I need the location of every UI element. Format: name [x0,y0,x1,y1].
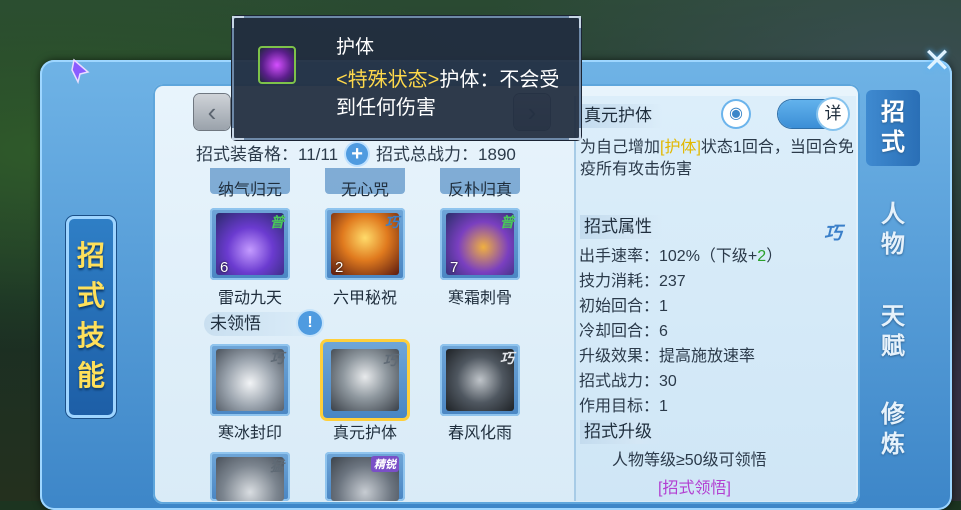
prev-page-button[interactable]: ‹ [194,94,230,130]
skill-tile-liujiamizhu[interactable]: 巧 2 [325,208,405,280]
info-icon[interactable]: ! [298,311,322,335]
equip-slots-label: 招式装备格： [196,145,298,164]
tab-label-char: 赋 [881,333,905,360]
tab-label-char: 天 [881,303,905,330]
skill-name: 真元护体 [332,425,397,442]
grade-badge: 普 [270,214,284,230]
close-icon: ✕ [922,42,952,80]
chevron-left-icon: ‹ [207,97,217,127]
grade-badge: 精锐 [371,456,399,472]
attribute-header: 招式属性 [580,215,662,239]
attr-speed-end: ） [766,248,783,265]
preview-eye-icon[interactable]: ◉ [723,101,749,127]
attr-power: 招式战力：30 [579,373,677,390]
gem-ornament-icon [71,58,90,84]
grade-badge: 巧 [385,214,399,230]
tab-talent[interactable]: 天 赋 [866,294,920,370]
shield-skill-icon [258,46,296,84]
skill-tile-leidongjiutian[interactable]: 普 6 [210,208,290,280]
skill-tile-partial[interactable]: 精锐 [325,452,405,501]
grade-badge: 巧 [383,352,397,368]
total-power-label: 招式总战力： [376,145,479,164]
detail-toggle[interactable]: 详 [778,99,848,129]
skill-name: 六甲秘祝 [332,290,397,307]
upgrade-header: 招式升级 [580,420,662,444]
equip-summary: 招式装备格：11/11 + 招式总战力：1890 [196,140,516,168]
skill-tile-hanbingfengyin[interactable]: 巧 [210,344,290,416]
skill-name: 春风化雨 [447,425,512,442]
tooltip-corner [232,16,244,28]
skill-tile-partial[interactable]: 猛 [210,452,290,501]
skill-name: 寒霜刺骨 [447,290,512,307]
attr-upgrade-effect: 升级效果：提高施放速率 [579,348,756,365]
vertical-title-char: 招 [76,240,105,271]
grade-badge: 猛 [270,458,284,474]
attr-cooldown: 冷却回合：6 [579,323,668,340]
section-vertical-title: 招 式 技 能 [66,216,116,418]
description-text: 为自己增加 [580,139,661,156]
tooltip-description: <特殊状态>护体：不会受到任何伤害 [336,66,561,122]
skill-name: 无心咒 [340,182,389,199]
grade-badge: 巧 [500,350,514,366]
tooltip-corner [569,16,581,28]
tab-character[interactable]: 人 物 [866,192,920,268]
grade-badge: 巧 [270,350,284,366]
total-power-value: 1890 [478,145,516,164]
vertical-title-char: 技 [76,320,105,351]
attr-speed: 出手速率：102%（下级+2） [579,244,782,269]
tooltip-corner [232,128,244,140]
skill-level: 2 [335,259,344,276]
attr-cost: 技力消耗：237 [579,273,686,290]
vertical-title-char: 式 [76,280,105,311]
skill-name: 寒冰封印 [217,425,282,442]
vertical-title-char: 能 [76,360,105,391]
status-keyword[interactable]: [护体] [660,139,701,156]
tab-label-char: 物 [881,231,905,258]
skill-name: 纳气归元 [217,182,282,199]
equip-slots-value: 11/11 [298,145,339,164]
tooltip-corner [569,128,581,140]
tab-label-char: 式 [881,129,905,156]
skill-tile-hanshuangcigu[interactable]: 普 7 [440,208,520,280]
tab-cultivate[interactable]: 修 炼 [866,392,920,468]
skill-level: 6 [220,259,229,276]
tab-label-char: 炼 [881,431,905,458]
tab-label-char: 修 [881,401,905,428]
attr-target: 作用目标：1 [579,398,668,415]
skill-name: 反朴归真 [447,182,512,199]
skill-tile-chunfenghuayu[interactable]: 巧 [440,344,520,416]
upgrade-requirement: 人物等级≥50级可领悟 [612,452,767,469]
grade-mark: 巧 [824,223,842,243]
skill-name: 雷动九天 [217,290,282,307]
attr-speed-next: 2 [757,248,767,265]
tab-label-char: 招 [881,99,905,126]
detail-toggle-label: 详 [818,99,848,129]
tab-label-char: 人 [881,201,905,228]
tab-skills[interactable]: 招 式 [866,90,920,166]
skill-description: 为自己增加[护体]状态1回合，当回合免疫所有攻击伤害 [580,137,855,181]
skill-detail-title: 真元护体 [580,104,662,128]
close-button[interactable]: ✕ [920,44,954,78]
add-slot-button[interactable]: + [346,143,369,166]
tooltip-title: 护体 [336,37,375,58]
skill-tile-zhenyuanhuti[interactable]: 巧 [323,342,407,418]
learn-skill-link[interactable]: [招式领悟] [658,474,731,498]
skill-level: 7 [450,259,459,276]
grade-badge: 普 [500,214,514,230]
attr-initial-round: 初始回合：1 [579,298,668,315]
attr-speed-text: 出手速率：102%（下级+ [579,248,758,265]
tooltip-status-tag: <特殊状态> [336,69,440,91]
